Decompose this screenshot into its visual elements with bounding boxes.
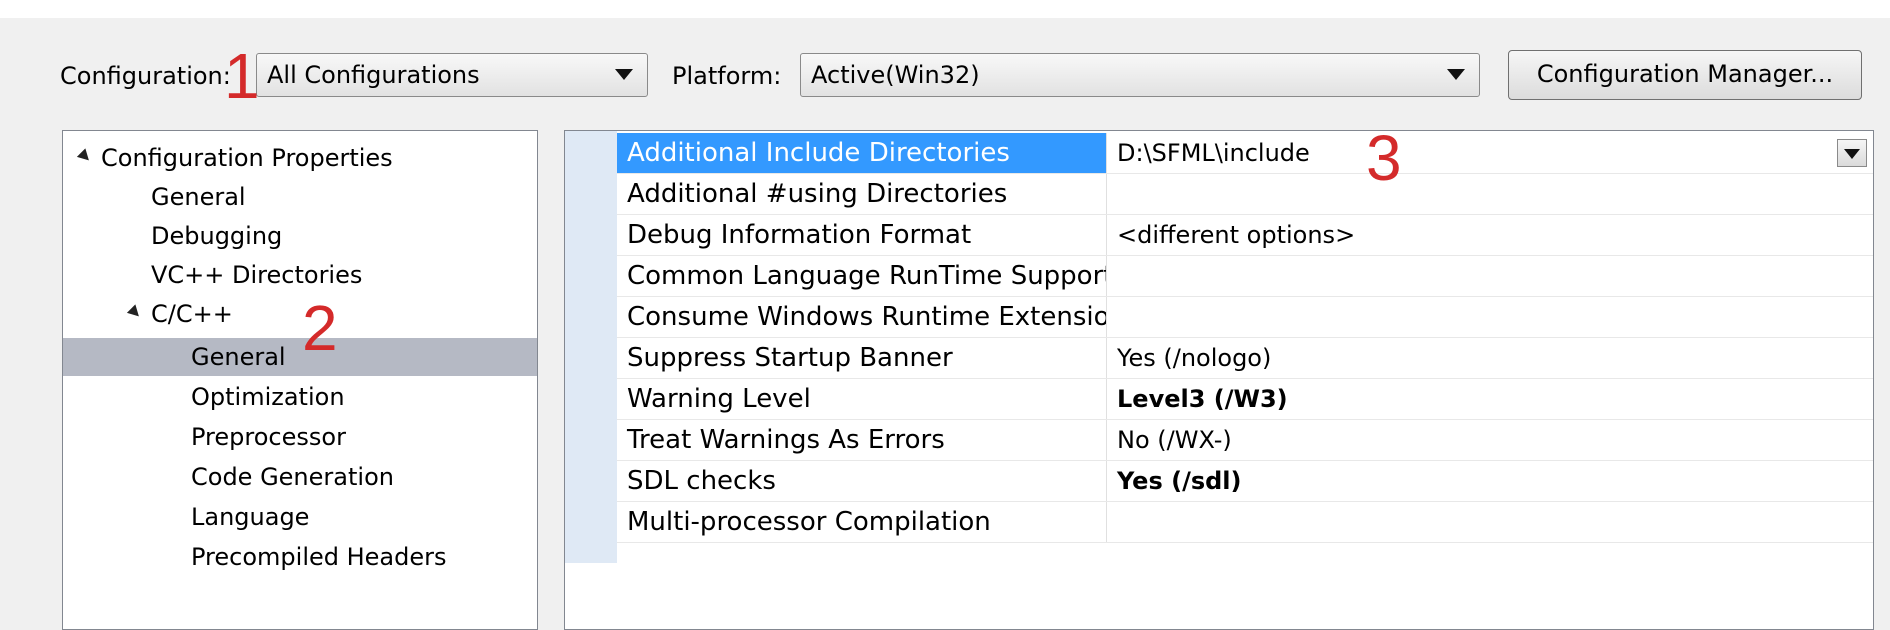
tree-item-debugging[interactable]: Debugging <box>151 217 282 255</box>
tree-item-general[interactable]: General <box>151 178 246 216</box>
property-value[interactable]: Yes (/nologo) <box>1107 338 1873 378</box>
annotation-3: 3 <box>1366 122 1402 194</box>
property-row[interactable]: Suppress Startup Banner Yes (/nologo) <box>617 338 1873 379</box>
property-grid[interactable]: Additional Include Directories D:\SFML\i… <box>564 130 1874 630</box>
property-row[interactable]: Treat Warnings As Errors No (/WX-) <box>617 420 1873 461</box>
tree-item-optimization[interactable]: Optimization <box>191 378 345 416</box>
property-name: Multi-processor Compilation <box>617 502 1107 542</box>
chevron-down-icon <box>1447 69 1465 80</box>
annotation-2: 2 <box>302 292 338 364</box>
property-name: Common Language RunTime Support <box>617 256 1107 296</box>
configuration-manager-button[interactable]: Configuration Manager... <box>1508 50 1862 100</box>
annotation-1: 1 <box>224 40 260 112</box>
configuration-dropdown[interactable]: All Configurations <box>256 53 648 97</box>
property-value[interactable]: No (/WX-) <box>1107 420 1873 460</box>
expand-triangle-icon <box>126 303 144 321</box>
property-row[interactable]: Consume Windows Runtime Extension <box>617 297 1873 338</box>
tree-item-preprocessor[interactable]: Preprocessor <box>191 418 346 456</box>
platform-label: Platform: <box>672 62 782 90</box>
property-value[interactable] <box>1107 297 1873 337</box>
tree-item-precompiled-headers[interactable]: Precompiled Headers <box>191 538 447 576</box>
tree-item-code-generation[interactable]: Code Generation <box>191 458 394 496</box>
property-value[interactable] <box>1107 256 1873 296</box>
configuration-value: All Configurations <box>267 61 480 89</box>
property-name: Suppress Startup Banner <box>617 338 1107 378</box>
property-name: Consume Windows Runtime Extension <box>617 297 1107 337</box>
property-name: SDL checks <box>617 461 1107 501</box>
property-grid-gutter <box>565 131 617 563</box>
property-name: Warning Level <box>617 379 1107 419</box>
property-tree[interactable]: Configuration Properties General Debuggi… <box>62 130 538 630</box>
property-value[interactable] <box>1107 502 1873 542</box>
property-row[interactable]: Additional #using Directories <box>617 174 1873 215</box>
value-dropdown-button[interactable] <box>1837 139 1867 167</box>
property-row[interactable]: Common Language RunTime Support <box>617 256 1873 297</box>
property-value[interactable]: Level3 (/W3) <box>1107 379 1873 419</box>
property-row[interactable]: SDL checks Yes (/sdl) <box>617 461 1873 502</box>
property-row[interactable]: Debug Information Format <different opti… <box>617 215 1873 256</box>
property-row[interactable]: Multi-processor Compilation <box>617 502 1873 543</box>
property-name: Treat Warnings As Errors <box>617 420 1107 460</box>
tree-item-vc-directories[interactable]: VC++ Directories <box>151 256 362 294</box>
top-strip <box>0 0 1890 18</box>
property-name: Additional #using Directories <box>617 174 1107 214</box>
chevron-down-icon <box>1844 149 1860 159</box>
expand-triangle-icon <box>76 147 94 165</box>
property-name: Debug Information Format <box>617 215 1107 255</box>
tree-item-language[interactable]: Language <box>191 498 309 536</box>
tree-item-c-cpp[interactable]: C/C++ <box>126 295 233 333</box>
property-row[interactable]: Additional Include Directories D:\SFML\i… <box>617 133 1873 174</box>
configuration-label: Configuration: <box>60 62 231 90</box>
tree-item-configuration-properties[interactable]: Configuration Properties <box>76 139 393 177</box>
platform-value: Active(Win32) <box>811 61 980 89</box>
chevron-down-icon <box>615 69 633 80</box>
property-value[interactable]: <different options> <box>1107 215 1873 255</box>
property-value[interactable]: D:\SFML\include <box>1107 133 1873 173</box>
platform-dropdown[interactable]: Active(Win32) <box>800 53 1480 97</box>
property-name: Additional Include Directories <box>617 133 1107 173</box>
tree-item-cpp-general[interactable]: General <box>63 338 537 376</box>
property-value[interactable]: Yes (/sdl) <box>1107 461 1873 501</box>
property-value[interactable] <box>1107 174 1873 214</box>
property-row[interactable]: Warning Level Level3 (/W3) <box>617 379 1873 420</box>
